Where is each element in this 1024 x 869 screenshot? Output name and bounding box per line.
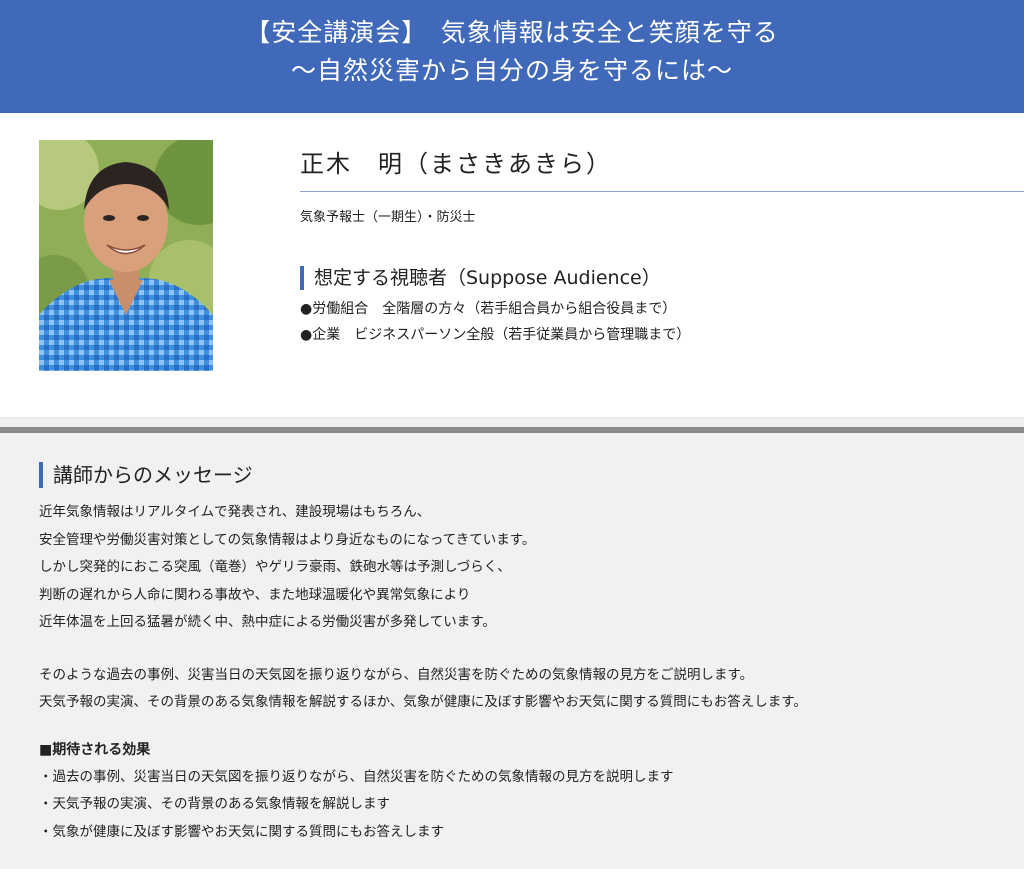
effect-item: ・気象が健康に及ぼす影響やお天気に関する質問にもお答えします xyxy=(39,823,444,840)
message-heading: 講師からのメッセージ xyxy=(39,462,1024,488)
effect-item: ・過去の事例、災害当日の天気図を振り返りながら、自然災害を防ぐための気象情報の見… xyxy=(39,768,674,785)
event-subtitle: 〜自然災害から自分の身を守るには〜 xyxy=(290,56,733,85)
message-line: しかし突発的におこる突風（竜巻）やゲリラ豪雨、鉄砲水等は予測しづらく、 xyxy=(39,559,511,575)
message-line: 近年気象情報はリアルタイムで発表され、建設現場はもちろん、 xyxy=(39,504,431,520)
message-line: 安全管理や労働災害対策としての気象情報はより身近なものになってきています。 xyxy=(39,531,536,548)
speaker-photo xyxy=(39,140,213,371)
message-line: 判断の遅れから人命に関わる事故や、また地球温暖化や異常気象により xyxy=(39,586,471,603)
speaker-info: 正木 明（まさきあきら） 気象予報士（一期生）・防災士 想定する視聴者（Supp… xyxy=(300,147,1024,348)
message-line: 近年体温を上回る猛暑が続く中、熱中症による労働災害が多発しています。 xyxy=(39,614,496,630)
message-body: 近年気象情報はリアルタイムで発表され、建設現場はもちろん、 安全管理や労働災害対… xyxy=(39,499,1024,846)
audience-item-business: ●企業 ビジネスパーソン全般（若手従業員から管理職まで） xyxy=(300,327,691,343)
event-banner: 【安全講演会】 気象情報は安全と笑顔を守る 〜自然災害から自分の身を守るには〜 xyxy=(0,0,1024,113)
message-line: 天気予報の実演、その背景のある気象情報を解説するほか、気象が健康に及ぼす影響やお… xyxy=(39,694,807,710)
section-divider xyxy=(0,417,1024,427)
audience-item-union: ●労働組合 全階層の方々（若手組合員から組合役員まで） xyxy=(300,301,677,317)
audience-heading: 想定する視聴者（Suppose Audience） xyxy=(300,266,1024,290)
audience-list: ●労働組合 全階層の方々（若手組合員から組合役員まで） ●企業 ビジネスパーソン… xyxy=(300,296,1024,348)
speaker-name: 正木 明（まさきあきら） xyxy=(300,147,1024,192)
effects-title: ■期待される効果 xyxy=(39,741,151,758)
message-line: そのような過去の事例、災害当日の天気図を振り返りながら、自然災害を防ぐための気象… xyxy=(39,666,754,683)
event-title: 【安全講演会】 気象情報は安全と笑顔を守る xyxy=(245,18,779,47)
speaker-title: 気象予報士（一期生）・防災士 xyxy=(300,210,476,225)
message-section: 講師からのメッセージ 近年気象情報はリアルタイムで発表され、建設現場はもちろん、… xyxy=(0,433,1024,869)
effect-item: ・天気予報の実演、その背景のある気象情報を解説します xyxy=(39,796,390,812)
speaker-profile: 正木 明（まさきあきら） 気象予報士（一期生）・防災士 想定する視聴者（Supp… xyxy=(0,113,1024,417)
